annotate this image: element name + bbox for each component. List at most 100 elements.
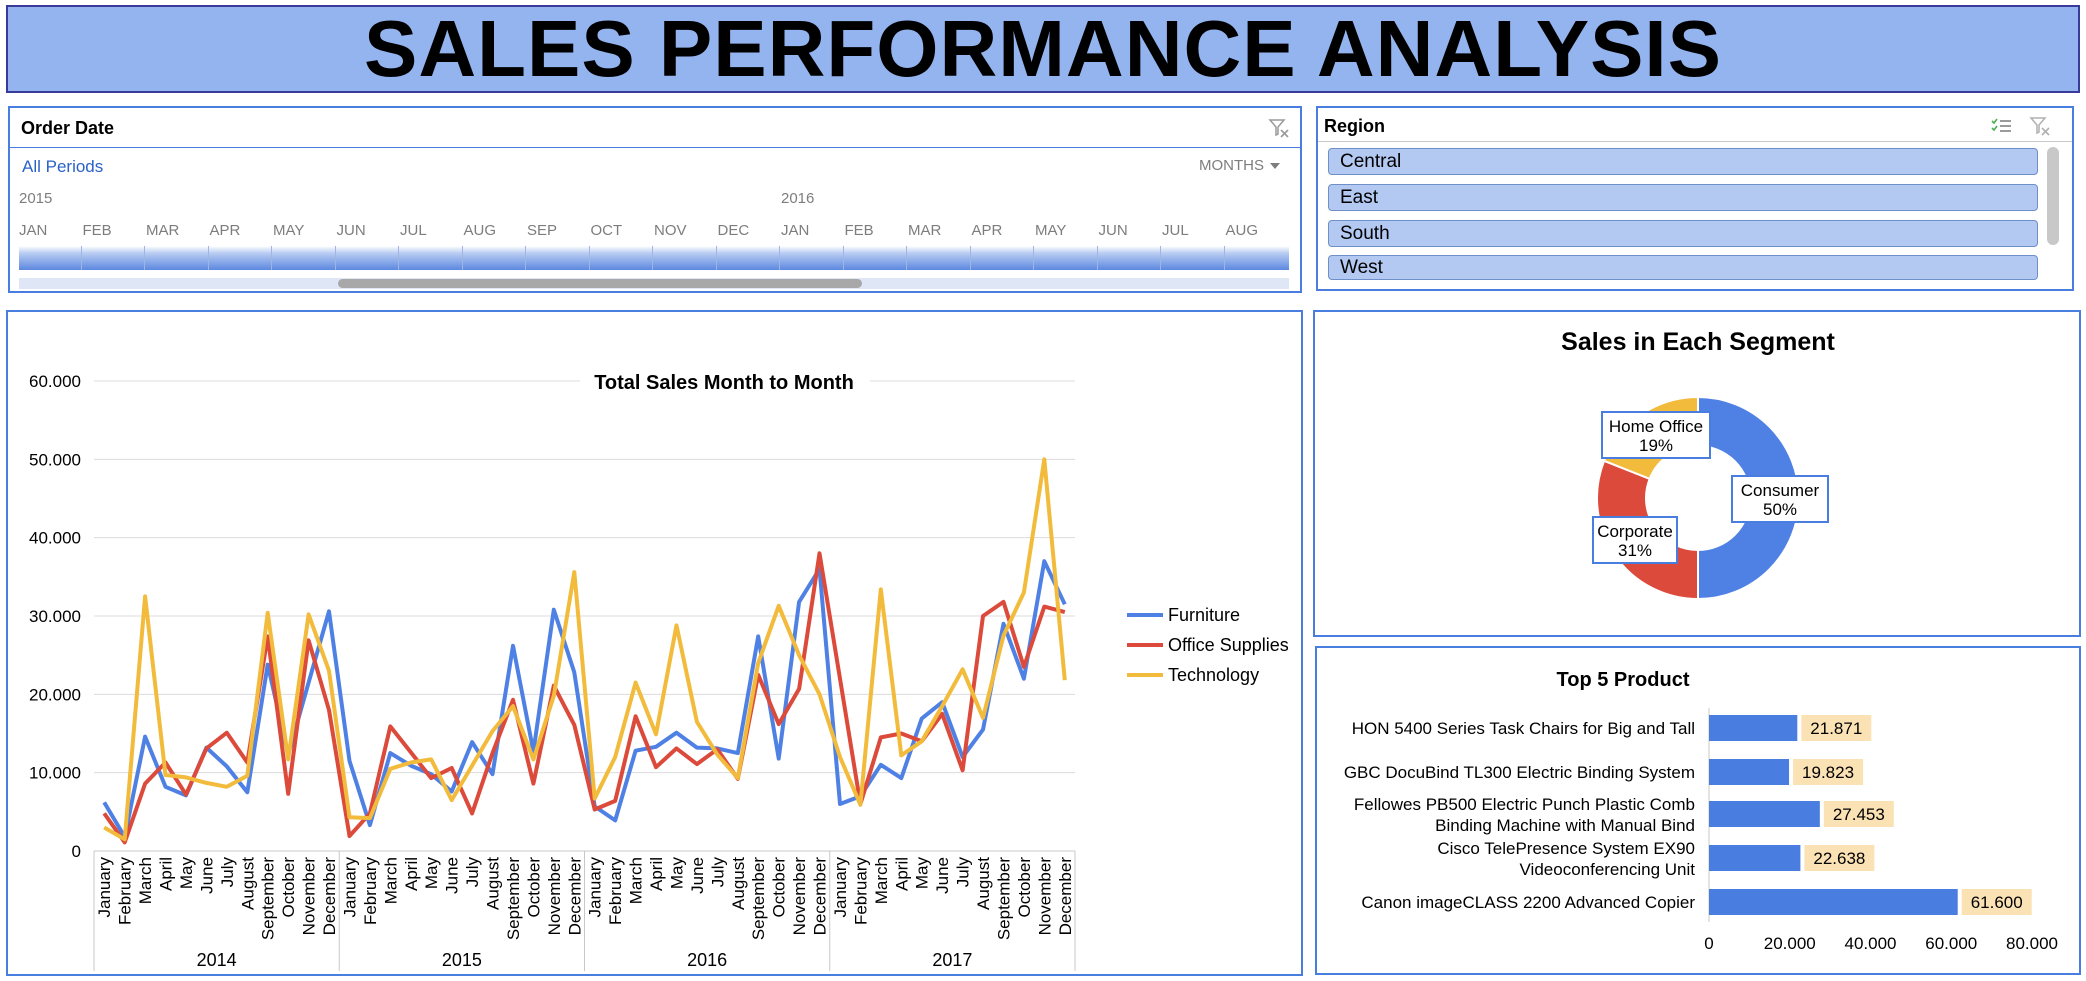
timeline-month-label[interactable]: AUG xyxy=(1226,222,1259,239)
product-name-label: Canon imageCLASS 2200 Advanced Copier xyxy=(1361,893,1695,912)
timeline-month-divider xyxy=(1033,246,1034,270)
timeline-month-divider xyxy=(1160,246,1161,270)
x-tick-label: October xyxy=(524,857,543,918)
x-tick-label: 20.000 xyxy=(1764,934,1816,953)
timeline-month-label[interactable]: JUL xyxy=(1162,222,1189,239)
y-tick-label: 60.000 xyxy=(29,372,81,391)
timeline-month-divider xyxy=(525,246,526,270)
timeline-month-label[interactable]: FEB xyxy=(845,222,874,239)
region-item-east[interactable]: East xyxy=(1328,184,2038,211)
timeline-month-divider xyxy=(80,246,82,270)
timeline-month-label[interactable]: JUN xyxy=(337,222,366,239)
region-item-south[interactable]: South xyxy=(1328,220,2038,247)
donut-category-label: Corporate xyxy=(1597,522,1673,541)
x-tick-label: December xyxy=(320,857,339,936)
clear-filter-icon[interactable] xyxy=(2029,116,2051,136)
year-group-label: 2015 xyxy=(442,950,482,970)
bar-value-label: 21.871 xyxy=(1810,719,1862,738)
timeline-month-label[interactable]: MAY xyxy=(273,222,304,239)
timeline-month-label[interactable]: AUG xyxy=(464,222,497,239)
timeline-month-label[interactable]: JUN xyxy=(1099,222,1128,239)
timeline-month-label[interactable]: FEB xyxy=(83,222,112,239)
time-level-label: MONTHS xyxy=(1199,157,1264,174)
donut-category-label: Home Office xyxy=(1609,417,1703,436)
timeline-month-label[interactable]: DEC xyxy=(718,222,750,239)
x-tick-label: 0 xyxy=(1704,934,1713,953)
timeline-month-divider xyxy=(1096,246,1098,270)
donut-category-label: Consumer xyxy=(1741,481,1820,500)
donut-percent-label: 50% xyxy=(1763,500,1797,519)
x-tick-label: May xyxy=(422,857,441,890)
x-tick-label: March xyxy=(381,857,400,904)
x-tick-label: 40.000 xyxy=(1845,934,1897,953)
x-tick-label: June xyxy=(443,857,462,894)
x-tick-label: April xyxy=(647,857,666,891)
timeline-month-divider xyxy=(779,246,780,270)
timeline-month-label[interactable]: JAN xyxy=(781,222,809,239)
region-scrollbar[interactable] xyxy=(2047,147,2059,245)
timeline-month-label[interactable]: OCT xyxy=(591,222,623,239)
x-tick-label: March xyxy=(872,857,891,904)
x-tick-label: May xyxy=(667,857,686,890)
y-tick-label: 30.000 xyxy=(29,607,81,626)
legend-label: Furniture xyxy=(1168,605,1240,625)
x-tick-label: August xyxy=(974,857,993,910)
x-tick-label: September xyxy=(259,857,278,940)
clear-filter-icon[interactable] xyxy=(1268,118,1290,138)
x-tick-label: January xyxy=(831,857,850,918)
timeline-month-divider xyxy=(144,246,145,270)
timeline-month-label[interactable]: APR xyxy=(972,222,1003,239)
order-date-timeline[interactable]: Order Date All Periods MONTHS JAN FEB MAR A… xyxy=(8,106,1302,293)
x-tick-label: March xyxy=(627,857,646,904)
timeline-month-label[interactable]: JAN xyxy=(19,222,47,239)
x-tick-label: April xyxy=(402,857,421,891)
donut-percent-label: 19% xyxy=(1639,436,1673,455)
bar-chart-title: Top 5 Product xyxy=(1557,669,1690,691)
x-tick-label: November xyxy=(1035,857,1054,936)
all-periods-link[interactable]: All Periods xyxy=(22,157,103,177)
x-tick-label: February xyxy=(116,857,135,926)
line-chart-title: Total Sales Month to Month xyxy=(594,372,854,394)
timeline-month-label[interactable]: MAY xyxy=(1035,222,1066,239)
x-tick-label: October xyxy=(770,857,789,918)
x-tick-label: June xyxy=(933,857,952,894)
time-level-dropdown[interactable]: MONTHS xyxy=(1199,157,1280,174)
timeline-month-divider xyxy=(461,246,463,270)
timeline-month-label[interactable]: MAR xyxy=(146,222,179,239)
top-5-product-bar-chart: Top 5 Product 21.871 HON 5400 Series Task… xyxy=(1344,669,2058,953)
x-tick-label: 80.000 xyxy=(2006,934,2058,953)
x-tick-label: April xyxy=(157,857,176,891)
bar-value-label: 61.600 xyxy=(1971,893,2023,912)
chevron-down-icon xyxy=(1270,163,1280,170)
product-name-label: Cisco TelePresence System EX90 xyxy=(1437,839,1695,858)
region-item-central[interactable]: Central xyxy=(1328,148,2038,175)
x-tick-label: July xyxy=(708,857,727,888)
multi-select-icon[interactable] xyxy=(1990,116,2012,136)
sales-segment-donut-chart: Sales in Each Segment Consumer50% Corpora… xyxy=(1561,328,1836,601)
timeline-month-label[interactable]: MAR xyxy=(908,222,941,239)
x-tick-label: September xyxy=(749,857,768,940)
segment-donut-panel: Sales in Each Segment Consumer 50% Corpora… xyxy=(1313,310,2081,637)
x-tick-label: August xyxy=(484,857,503,910)
region-item-west[interactable]: West xyxy=(1328,255,2038,280)
timeline-month-label[interactable]: JUL xyxy=(400,222,427,239)
x-tick-label: June xyxy=(688,857,707,894)
product-name-label: GBC DocuBind TL300 Electric Binding Syst… xyxy=(1344,763,1695,782)
total-sales-line-chart: 0 10.000 20.000 30.000 40.000 50.000 60.000 To… xyxy=(29,372,1289,971)
x-tick-label: September xyxy=(994,857,1013,940)
timeline-month-label[interactable]: APR xyxy=(210,222,241,239)
timeline-selection-bar[interactable] xyxy=(19,246,1289,270)
x-tick-label: November xyxy=(545,857,564,936)
line-chart-panel: 0 10.000 20.000 30.000 40.000 50.000 60.000 To… xyxy=(6,310,1303,976)
timeline-month-divider xyxy=(652,246,653,270)
dashboard-banner: SALES PERFORMANCE ANALYSIS xyxy=(6,4,2080,93)
region-slicer[interactable]: Region Central East South West xyxy=(1316,106,2074,291)
x-tick-label: 60.000 xyxy=(1925,934,1977,953)
x-tick-label: July xyxy=(463,857,482,888)
timeline-scroll-thumb[interactable] xyxy=(338,279,862,288)
x-tick-label: March xyxy=(136,857,155,904)
year-group-label: 2017 xyxy=(932,950,972,970)
timeline-month-label[interactable]: SEP xyxy=(527,222,557,239)
timeline-month-label[interactable]: NOV xyxy=(654,222,687,239)
x-tick-label: October xyxy=(279,857,298,918)
